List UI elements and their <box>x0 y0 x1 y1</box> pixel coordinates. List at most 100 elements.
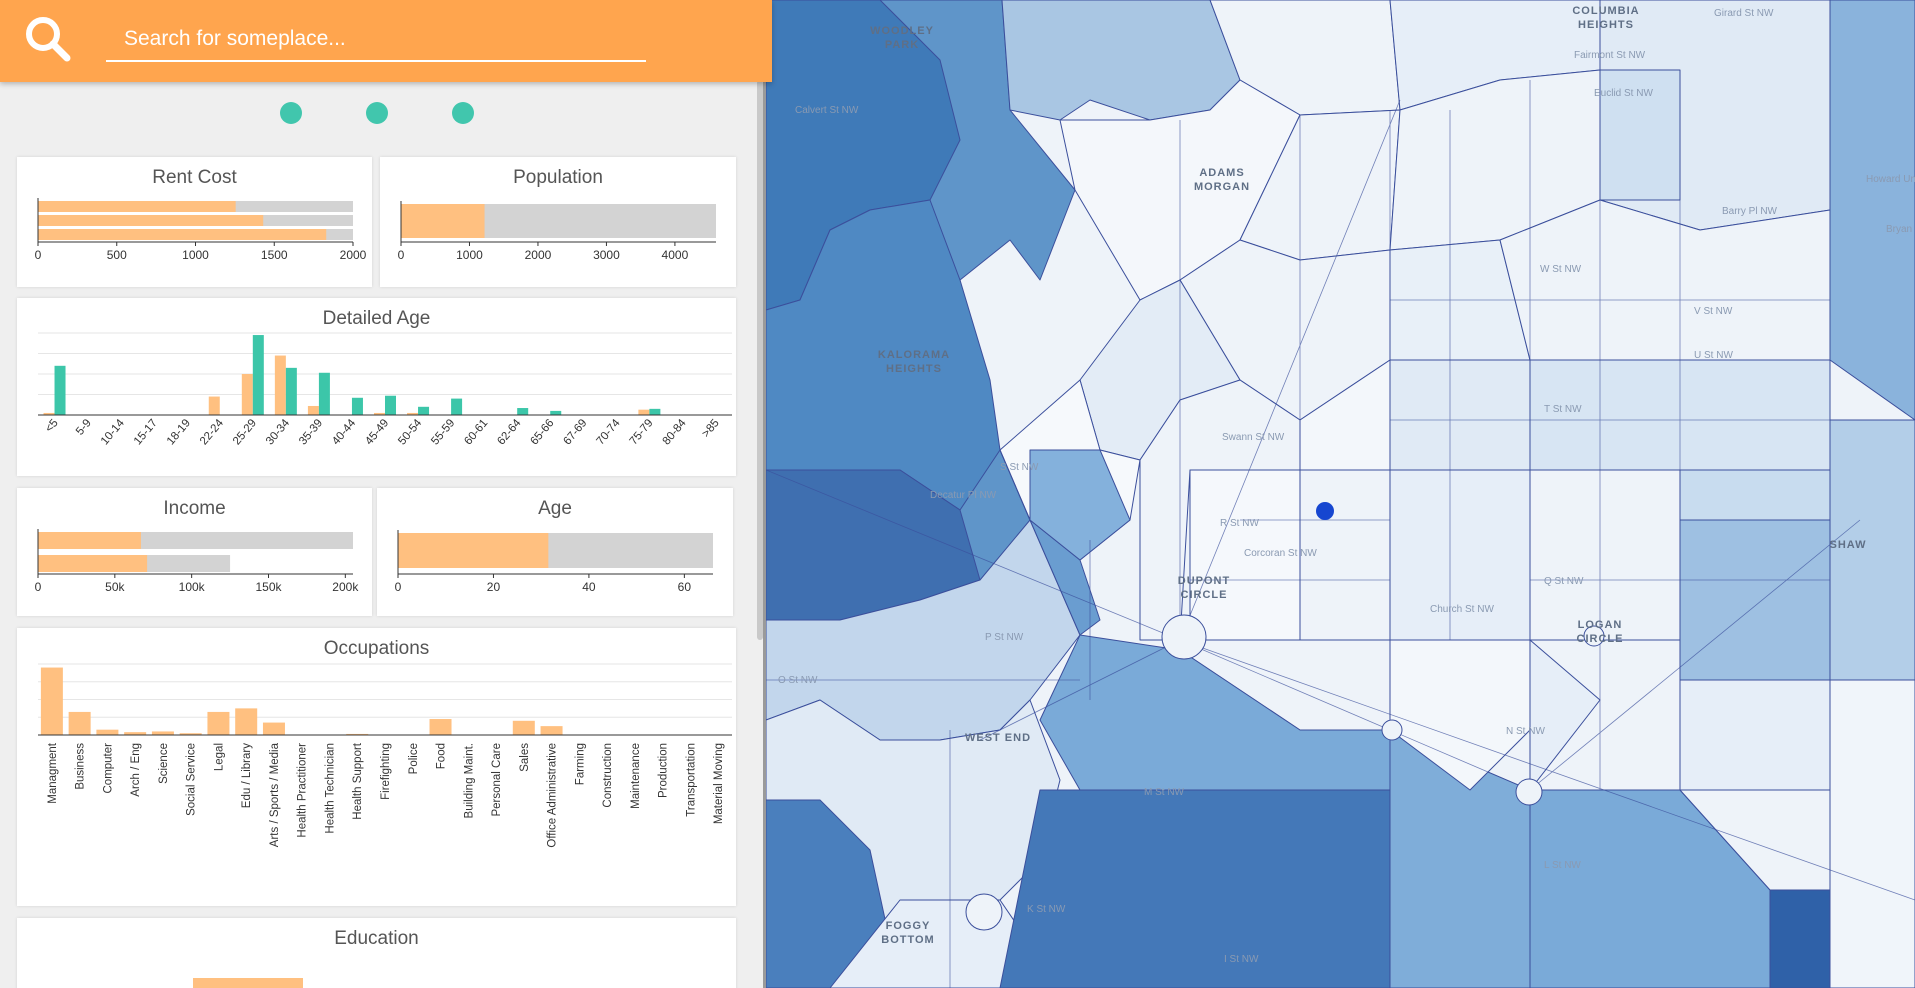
category-label: Arts / Sports / Media <box>269 742 281 847</box>
svg-text:CIRCLE: CIRCLE <box>1577 633 1624 645</box>
category-label: Legal <box>213 743 225 771</box>
search-icon[interactable] <box>22 13 74 65</box>
category-label: Edu / Library <box>241 743 253 808</box>
category-label: 70-74 <box>595 417 623 448</box>
x-tick-label: 200k <box>332 580 359 594</box>
svg-text:W St NW: W St NW <box>1540 264 1582 275</box>
x-tick-label: 40 <box>582 580 596 594</box>
occupations-chart: Managment Business Computer Arch / Eng Scien… <box>38 663 732 848</box>
bar <box>418 406 430 415</box>
x-tick-label: 2000 <box>525 248 552 262</box>
svg-text:WEST END: WEST END <box>965 732 1031 744</box>
svg-text:DUPONT: DUPONT <box>1178 575 1230 587</box>
svg-text:Euclid St NW: Euclid St NW <box>1594 88 1653 99</box>
rent-cost-chart: 0 500 1000 1500 2000 <box>35 198 367 262</box>
bar <box>550 410 562 415</box>
category-label: >85 <box>700 417 722 440</box>
bar <box>385 395 396 415</box>
income-card: Income 0 50k 100k 150k 200k <box>17 488 372 616</box>
bar <box>208 396 220 415</box>
bar <box>193 978 303 988</box>
svg-text:MORGAN: MORGAN <box>1194 181 1250 193</box>
category-label: 62-64 <box>495 417 523 448</box>
panel-divider[interactable] <box>763 0 766 988</box>
category-label: Personal Care <box>491 743 503 817</box>
bar-value <box>401 204 485 238</box>
bar <box>207 711 230 735</box>
svg-text:Bryan: Bryan <box>1886 224 1912 235</box>
x-tick-label: 1000 <box>182 248 209 262</box>
svg-text:Fairmont St NW: Fairmont St NW <box>1574 50 1646 61</box>
bar <box>517 408 529 415</box>
category-label: 65-66 <box>528 417 556 447</box>
category-label: Farming <box>574 743 586 785</box>
svg-text:WOODLEY: WOODLEY <box>870 25 934 37</box>
svg-text:COLUMBIA: COLUMBIA <box>1572 5 1639 17</box>
page-dot-3[interactable] <box>452 102 474 124</box>
category-label: Food <box>436 743 448 769</box>
bar <box>540 726 563 735</box>
category-label: 50-54 <box>396 417 424 448</box>
svg-text:R St NW: R St NW <box>1220 518 1259 529</box>
bar <box>54 365 66 415</box>
svg-text:LOGAN: LOGAN <box>1578 619 1623 631</box>
svg-text:I St NW: I St NW <box>1224 954 1259 965</box>
category-label: 15-17 <box>132 417 160 447</box>
search-input[interactable] <box>106 18 646 62</box>
svg-text:Howard Uni: Howard Uni <box>1866 174 1915 185</box>
bar-value <box>38 201 236 212</box>
svg-text:M St NW: M St NW <box>1144 787 1185 798</box>
age-chart: 0 20 40 60 <box>395 530 713 594</box>
bar-value <box>38 229 327 240</box>
svg-text:T St NW: T St NW <box>1544 404 1582 415</box>
page-dot-2[interactable] <box>366 102 388 124</box>
category-label: Transportation <box>685 743 697 817</box>
x-tick-label: 50k <box>105 580 125 594</box>
category-label: 45-49 <box>363 417 391 447</box>
svg-text:S St NW: S St NW <box>1000 462 1039 473</box>
bar <box>40 667 63 735</box>
info-panel[interactable]: Rent Cost 0 500 1000 1500 2000 Population 01… <box>0 0 766 988</box>
page-dot-1[interactable] <box>280 102 302 124</box>
occupations-card: Occupations Managment Business Computer Arc… <box>17 628 736 906</box>
category-label: Firefighting <box>380 743 392 800</box>
svg-text:N St NW: N St NW <box>1506 726 1545 737</box>
x-tick-label: 100k <box>179 580 206 594</box>
category-label: 25-29 <box>231 417 259 447</box>
app: WOODLEY PARK COLUMBIA HEIGHTS ADAMS MORG… <box>0 0 1915 988</box>
category-label: Social Service <box>186 743 198 816</box>
category-label: 5-9 <box>74 417 94 437</box>
map-canvas[interactable]: WOODLEY PARK COLUMBIA HEIGHTS ADAMS MORG… <box>766 0 1915 988</box>
svg-text:L St NW: L St NW <box>1544 860 1581 871</box>
bar <box>307 405 319 415</box>
bar <box>451 398 463 415</box>
map-view[interactable]: WOODLEY PARK COLUMBIA HEIGHTS ADAMS MORG… <box>766 0 1915 988</box>
education-card: Education <box>17 918 736 988</box>
category-label: 80-84 <box>661 417 689 448</box>
svg-text:U St NW: U St NW <box>1694 350 1733 361</box>
category-label: Computer <box>102 743 114 794</box>
bar-value <box>38 215 264 226</box>
category-label: Construction <box>602 743 614 808</box>
svg-text:HEIGHTS: HEIGHTS <box>1578 19 1634 31</box>
x-tick-label: 20 <box>487 580 501 594</box>
bar <box>274 355 286 415</box>
bar <box>96 729 119 735</box>
bar <box>262 722 285 735</box>
category-label: 35-39 <box>297 417 325 447</box>
x-tick-label: 0 <box>395 580 402 594</box>
bar <box>429 719 452 735</box>
population-chart: 0 1000 2000 3000 4000 <box>398 201 716 262</box>
category-label: 60-61 <box>462 417 490 447</box>
selected-location-marker[interactable] <box>1316 502 1334 520</box>
category-label: Health Support <box>352 742 364 820</box>
category-label: Production <box>658 743 670 798</box>
category-label: 22-24 <box>198 417 226 448</box>
bar <box>318 372 330 415</box>
search-header <box>0 0 772 82</box>
bar-value <box>398 533 549 568</box>
svg-text:ADAMS: ADAMS <box>1199 167 1244 179</box>
category-label: Health Technician <box>324 743 336 834</box>
x-tick-label: 0 <box>398 248 405 262</box>
category-label: Arch / Eng <box>130 743 142 797</box>
